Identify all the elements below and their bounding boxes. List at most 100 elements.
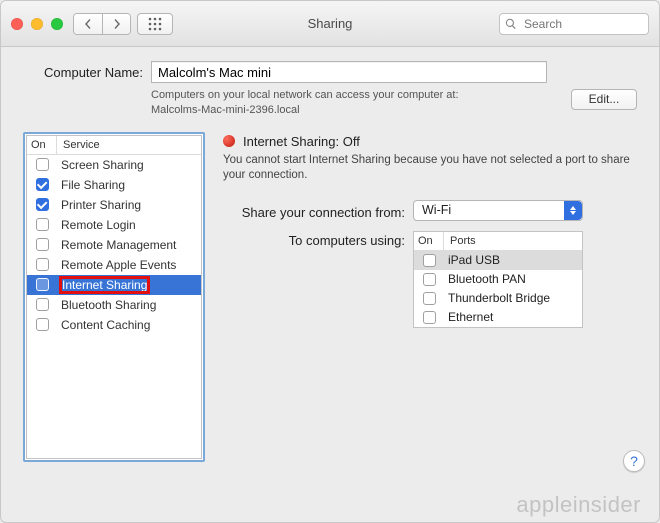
ports-table[interactable]: On Ports iPad USB Bluetooth PAN Thunderbol…: [413, 231, 583, 328]
show-all-button[interactable]: [137, 13, 173, 35]
service-row[interactable]: Content Caching: [27, 315, 201, 335]
ports-body: iPad USB Bluetooth PAN Thunderbolt Bridge E…: [414, 251, 582, 327]
forward-button[interactable]: [102, 14, 130, 34]
traffic-lights: [11, 18, 63, 30]
zoom-window-button[interactable]: [51, 18, 63, 30]
port-checkbox-cell: [414, 254, 444, 267]
share-from-row: Share your connection from: Wi-Fi: [223, 200, 637, 221]
titlebar: Sharing: [1, 1, 659, 47]
port-checkbox[interactable]: [423, 273, 436, 286]
computer-name-label: Computer Name:: [23, 61, 151, 80]
service-row[interactable]: Remote Management: [27, 235, 201, 255]
port-name: iPad USB: [444, 253, 582, 267]
port-checkbox[interactable]: [423, 311, 436, 324]
service-checkbox-cell: [27, 178, 57, 191]
ports-table-header: On Ports: [414, 232, 582, 251]
edit-button[interactable]: Edit...: [571, 89, 637, 110]
status-description: You cannot start Internet Sharing becaus…: [223, 153, 637, 184]
minimize-window-button[interactable]: [31, 18, 43, 30]
computer-name-subtext: Computers on your local network can acce…: [151, 88, 547, 118]
status-indicator-icon: [223, 135, 235, 147]
back-button[interactable]: [74, 14, 102, 34]
detail-panel: Internet Sharing: Off You cannot start I…: [223, 132, 637, 462]
popup-arrows-icon: [564, 201, 582, 220]
watermark: appleinsider: [516, 492, 641, 518]
ports-row[interactable]: Thunderbolt Bridge: [414, 289, 582, 308]
service-name: File Sharing: [57, 178, 201, 192]
grid-icon: [148, 17, 162, 31]
computer-name-row: Computer Name: Computers on your local n…: [23, 61, 637, 118]
services-body: Screen Sharing File Sharing Printer Sharin…: [27, 155, 201, 458]
highlight-box: Internet Sharing: [61, 278, 148, 292]
nav-group: [73, 13, 131, 35]
service-checkbox-cell: [27, 198, 57, 211]
service-row[interactable]: Remote Login: [27, 215, 201, 235]
ports-row[interactable]: Ethernet: [414, 308, 582, 327]
search-icon: [505, 18, 517, 30]
service-checkbox-cell: [27, 258, 57, 271]
service-checkbox[interactable]: [36, 318, 49, 331]
service-row[interactable]: File Sharing: [27, 175, 201, 195]
service-row[interactable]: Printer Sharing: [27, 195, 201, 215]
service-name: Internet Sharing: [57, 278, 201, 292]
service-checkbox[interactable]: [36, 158, 49, 171]
ports-header-ports: Ports: [444, 232, 582, 250]
service-checkbox[interactable]: [36, 198, 49, 211]
service-row[interactable]: Screen Sharing: [27, 155, 201, 175]
search-wrap: [499, 13, 649, 35]
port-name: Bluetooth PAN: [444, 272, 582, 286]
port-checkbox[interactable]: [423, 292, 436, 305]
service-name: Remote Apple Events: [57, 258, 201, 272]
service-checkbox[interactable]: [36, 218, 49, 231]
service-checkbox-cell: [27, 158, 57, 171]
service-checkbox[interactable]: [36, 278, 49, 291]
services-header-service: Service: [57, 136, 201, 154]
chevron-left-icon: [83, 19, 93, 29]
port-name: Thunderbolt Bridge: [444, 291, 582, 305]
edit-col: Edit...: [547, 61, 637, 110]
service-checkbox-cell: [27, 318, 57, 331]
service-checkbox[interactable]: [36, 178, 49, 191]
close-window-button[interactable]: [11, 18, 23, 30]
service-checkbox-cell: [27, 218, 57, 231]
chevron-right-icon: [112, 19, 122, 29]
to-row: To computers using: On Ports iPad USBBlu…: [223, 231, 637, 328]
service-name: Bluetooth Sharing: [57, 298, 201, 312]
subtext-line2: Malcolms-Mac-mini-2396.local: [151, 104, 300, 116]
service-name: Printer Sharing: [57, 198, 201, 212]
share-from-popup[interactable]: Wi-Fi: [413, 200, 583, 221]
computer-name-col: Computers on your local network can acce…: [151, 61, 547, 118]
service-row[interactable]: Internet Sharing: [27, 275, 201, 295]
service-row[interactable]: Remote Apple Events: [27, 255, 201, 275]
services-header-on: On: [27, 136, 57, 154]
service-checkbox[interactable]: [36, 258, 49, 271]
content: Computer Name: Computers on your local n…: [1, 47, 659, 482]
service-checkbox[interactable]: [36, 238, 49, 251]
status-row: Internet Sharing: Off: [223, 134, 637, 149]
service-checkbox-cell: [27, 238, 57, 251]
service-checkbox-cell: [27, 298, 57, 311]
service-name: Remote Management: [57, 238, 201, 252]
port-checkbox-cell: [414, 311, 444, 324]
services-table[interactable]: On Service Screen Sharing File Sharing Pri…: [26, 135, 202, 459]
service-checkbox[interactable]: [36, 298, 49, 311]
service-row[interactable]: Bluetooth Sharing: [27, 295, 201, 315]
panels: On Service Screen Sharing File Sharing Pri…: [23, 132, 637, 462]
service-checkbox-cell: [27, 278, 57, 291]
ports-row[interactable]: Bluetooth PAN: [414, 270, 582, 289]
share-from-value: Wi-Fi: [422, 203, 451, 217]
port-checkbox-cell: [414, 273, 444, 286]
subtext-line1: Computers on your local network can acce…: [151, 89, 459, 101]
services-table-header: On Service: [27, 136, 201, 155]
help-button[interactable]: ?: [623, 450, 645, 472]
computer-name-input[interactable]: [151, 61, 547, 83]
service-name: Screen Sharing: [57, 158, 201, 172]
ports-row[interactable]: iPad USB: [414, 251, 582, 270]
services-table-focus-ring: On Service Screen Sharing File Sharing Pri…: [23, 132, 205, 462]
window-title: Sharing: [308, 16, 353, 31]
search-input[interactable]: [499, 13, 649, 35]
port-checkbox-cell: [414, 292, 444, 305]
port-name: Ethernet: [444, 310, 582, 324]
port-checkbox[interactable]: [423, 254, 436, 267]
status-title: Internet Sharing: Off: [243, 134, 360, 149]
